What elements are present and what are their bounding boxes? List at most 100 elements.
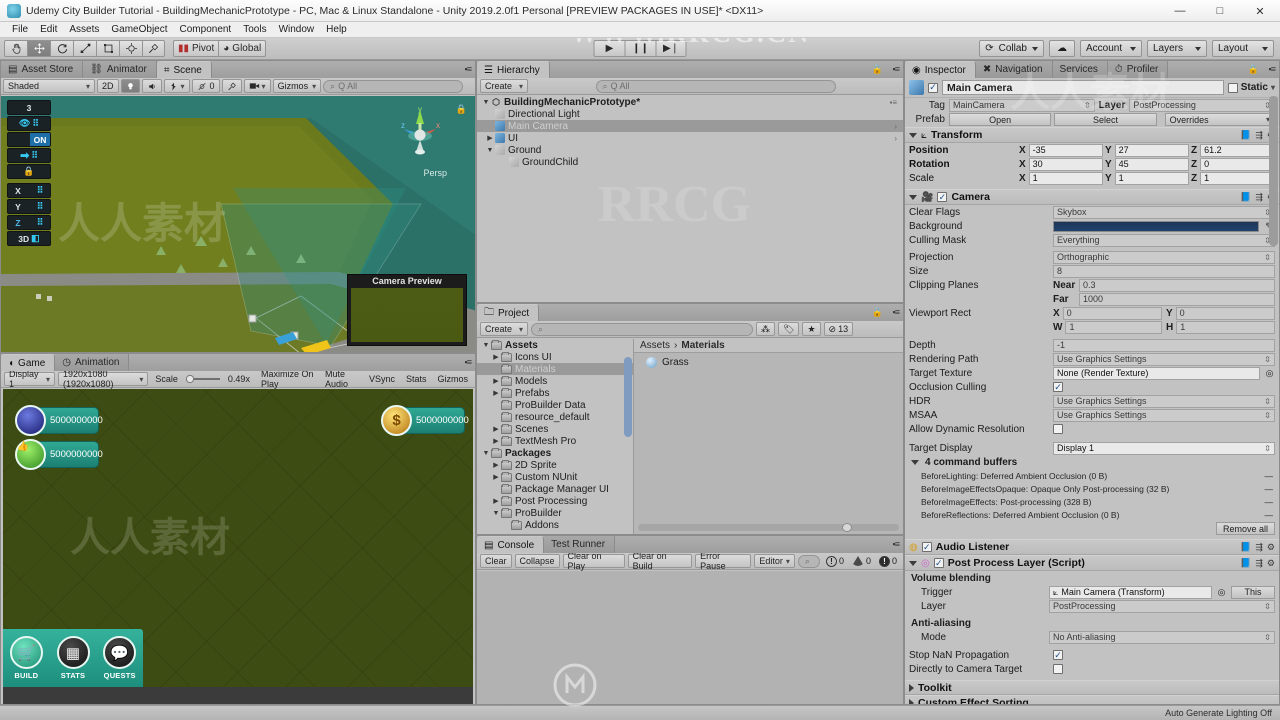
hierarchy-search-input[interactable]: ⌕ Q All xyxy=(595,79,836,93)
custom-tool-icon[interactable] xyxy=(142,40,165,57)
allow-dynamic-resolution-checkbox[interactable] xyxy=(1053,424,1063,434)
game-gizmos-dropdown[interactable]: Gizmos xyxy=(433,372,472,386)
far-input[interactable]: 1000 xyxy=(1079,292,1275,306)
expand-arrow-icon[interactable]: ▶ xyxy=(491,353,501,361)
aa-mode-dropdown[interactable]: No Anti-aliasing ⇳ xyxy=(1049,630,1275,644)
viewport-h-input[interactable]: 1 xyxy=(1176,320,1275,334)
preset-icon[interactable]: ⇶ xyxy=(1255,542,1263,553)
project-row-assets[interactable]: ▼ Assets xyxy=(477,339,633,351)
position-z-input[interactable]: 61.2 xyxy=(1200,143,1275,157)
lock-icon[interactable]: 🔒 xyxy=(872,307,883,318)
menu-assets[interactable]: Assets xyxy=(63,23,105,36)
prefab-enter-icon[interactable]: › xyxy=(894,122,897,131)
hierarchy-row-directional-light[interactable]: Directional Light xyxy=(477,108,903,120)
rect-tool-icon[interactable] xyxy=(96,40,119,57)
expand-arrow-icon[interactable]: ▶ xyxy=(491,377,501,385)
gizmo-lock-icon[interactable]: 🔒 xyxy=(456,104,467,115)
scene-audio-icon[interactable] xyxy=(141,79,162,93)
post-process-enabled-checkbox[interactable] xyxy=(933,558,944,568)
stop-nan-checkbox[interactable] xyxy=(1053,650,1063,660)
expand-arrow-icon[interactable]: ▶ xyxy=(491,461,501,469)
progrids-visibility-toggle[interactable]: 👁 ⠿ xyxy=(7,116,51,131)
console-error-counter[interactable]: ! 0 xyxy=(876,555,900,567)
fold-triangle-icon[interactable] xyxy=(911,459,919,465)
project-row-probuilder-data[interactable]: ProBuilder Data xyxy=(477,399,633,411)
viewport-y-input[interactable]: 0 xyxy=(1175,306,1275,320)
mute-audio-toggle[interactable]: Mute Audio xyxy=(321,369,362,389)
project-row-custom-nunit[interactable]: ▶ Custom NUnit xyxy=(477,471,633,483)
maximize-button[interactable]: □ xyxy=(1200,0,1240,22)
scene-viewport[interactable]: 3 👁 ⠿ ON ➡ ⠿ 🔒 X ⠿ Y ⠿ Z ⠿ 3D ◧ y z x 🔒 … xyxy=(1,96,475,352)
background-color-swatch[interactable] xyxy=(1053,220,1259,232)
project-row-scenes[interactable]: ▶ Scenes xyxy=(477,423,633,435)
rotation-y-input[interactable]: 45 xyxy=(1114,157,1189,171)
pivot-rotation-button[interactable]: ◕ Global xyxy=(218,40,267,57)
position-y-input[interactable]: 27 xyxy=(1114,143,1189,157)
layout-button[interactable]: Layout xyxy=(1212,40,1274,57)
project-folder-tree[interactable]: ▼ Assets ▶ Icons UI Materials ▶ Models ▶… xyxy=(477,339,634,534)
panel-menu-icon[interactable]: ▪≡ xyxy=(893,539,901,549)
scene-fx-dropdown[interactable]: ▾ xyxy=(163,79,190,93)
rotation-z-input[interactable]: 0 xyxy=(1200,157,1275,171)
menu-help[interactable]: Help xyxy=(320,23,353,36)
transform-component-header[interactable]: ⟀ Transform 📘 ⇶ ⚙ xyxy=(905,127,1279,143)
projection-dropdown[interactable]: Orthographic ⇳ xyxy=(1053,250,1275,264)
remove-all-button[interactable]: Remove all xyxy=(1215,522,1275,535)
expand-arrow-icon[interactable]: ▶ xyxy=(491,437,501,445)
console-clear-on-play-toggle[interactable]: Clear on Play xyxy=(562,551,625,571)
depth-input[interactable]: -1 xyxy=(1053,338,1275,352)
stats-toggle[interactable]: Stats xyxy=(402,372,431,386)
minimize-button[interactable]: — xyxy=(1160,0,1200,22)
expand-arrow-icon[interactable]: ▶ xyxy=(491,473,501,481)
toolkit-section-header[interactable]: Toolkit xyxy=(905,680,1279,695)
progrids-axis-z[interactable]: Z ⠿ xyxy=(7,215,51,230)
scale-y-input[interactable]: 1 xyxy=(1114,171,1189,185)
console-clear-on-build-toggle[interactable]: Clear on Build xyxy=(627,551,693,571)
msaa-dropdown[interactable]: Use Graphics Settings ⇳ xyxy=(1053,408,1275,422)
scale-slider[interactable] xyxy=(182,374,224,384)
layers-button[interactable]: Layers xyxy=(1147,40,1207,57)
maximize-on-play-toggle[interactable]: Maximize On Play xyxy=(257,369,318,389)
panel-menu-icon[interactable]: ▪≡ xyxy=(1269,64,1277,74)
prefab-book-icon[interactable]: 📘 xyxy=(1240,130,1251,141)
tab-scene[interactable]: ⌗ Scene xyxy=(156,61,212,78)
progrids-axis-x[interactable]: X ⠿ xyxy=(7,183,51,198)
lock-icon[interactable]: 🔒 xyxy=(1248,64,1259,75)
step-button[interactable]: ▶❘ xyxy=(655,40,687,57)
trigger-input[interactable]: ⟀ Main Camera (Transform) xyxy=(1049,585,1212,599)
console-search-input[interactable]: ⌕ xyxy=(797,554,820,568)
size-input[interactable]: 8 xyxy=(1053,264,1275,278)
asset-grass[interactable]: Grass xyxy=(634,353,903,368)
prefab-enter-icon[interactable]: › xyxy=(894,134,897,143)
menu-tools[interactable]: Tools xyxy=(237,23,272,36)
project-row-packages[interactable]: ▼ Packages xyxy=(477,447,633,459)
progrids-axis-y[interactable]: Y ⠿ xyxy=(7,199,51,214)
tab-services[interactable]: Services xyxy=(1052,61,1108,78)
favorites-icon[interactable]: ★ xyxy=(802,322,821,336)
toggle-2d-button[interactable]: 2D xyxy=(97,79,119,93)
project-row-probuilder[interactable]: ▼ ProBuilder xyxy=(477,507,633,519)
scene-gizmos-dropdown[interactable]: Gizmos ▾ xyxy=(272,79,322,93)
tab-navigation[interactable]: ✖ Navigation xyxy=(975,61,1053,78)
menu-gameobject[interactable]: GameObject xyxy=(105,23,173,36)
inspector-content[interactable]: Main Camera Static ▾ Tag MainCamera ⇳ La… xyxy=(905,78,1279,704)
prefab-book-icon[interactable]: 📘 xyxy=(1240,192,1251,203)
clear-flags-dropdown[interactable]: Skybox ⇳ xyxy=(1053,205,1275,219)
hierarchy-tree[interactable]: ▼ ⬡ BuildingMechanicPrototype* ▪≡ Direct… xyxy=(477,96,903,302)
close-button[interactable]: ✕ xyxy=(1240,0,1280,22)
console-warning-counter[interactable]: 0 xyxy=(849,556,874,566)
chevron-down-icon[interactable]: ▾ xyxy=(1271,83,1275,92)
rendering-path-dropdown[interactable]: Use Graphics Settings ⇳ xyxy=(1053,352,1275,366)
prefab-book-icon[interactable]: 📘 xyxy=(1240,558,1251,569)
progrids-push-toggle[interactable]: ➡ ⠿ xyxy=(7,148,51,163)
project-row-icons-ui[interactable]: ▶ Icons UI xyxy=(477,351,633,363)
project-row-prefabs[interactable]: ▶ Prefabs xyxy=(477,387,633,399)
project-asset-browser[interactable]: Assets › Materials Grass xyxy=(634,339,903,534)
rotate-tool-icon[interactable] xyxy=(50,40,73,57)
command-buffers-header[interactable]: 4 command buffers xyxy=(905,455,1279,469)
console-error-pause-toggle[interactable]: Error Pause xyxy=(695,551,752,571)
menu-component[interactable]: Component xyxy=(174,23,238,36)
expand-arrow-icon[interactable]: ▼ xyxy=(481,342,491,349)
post-process-layer-component-header[interactable]: ◎ Post Process Layer (Script) 📘 ⇶ ⚙ xyxy=(905,555,1279,571)
prefab-open-button[interactable]: Open xyxy=(949,113,1052,126)
